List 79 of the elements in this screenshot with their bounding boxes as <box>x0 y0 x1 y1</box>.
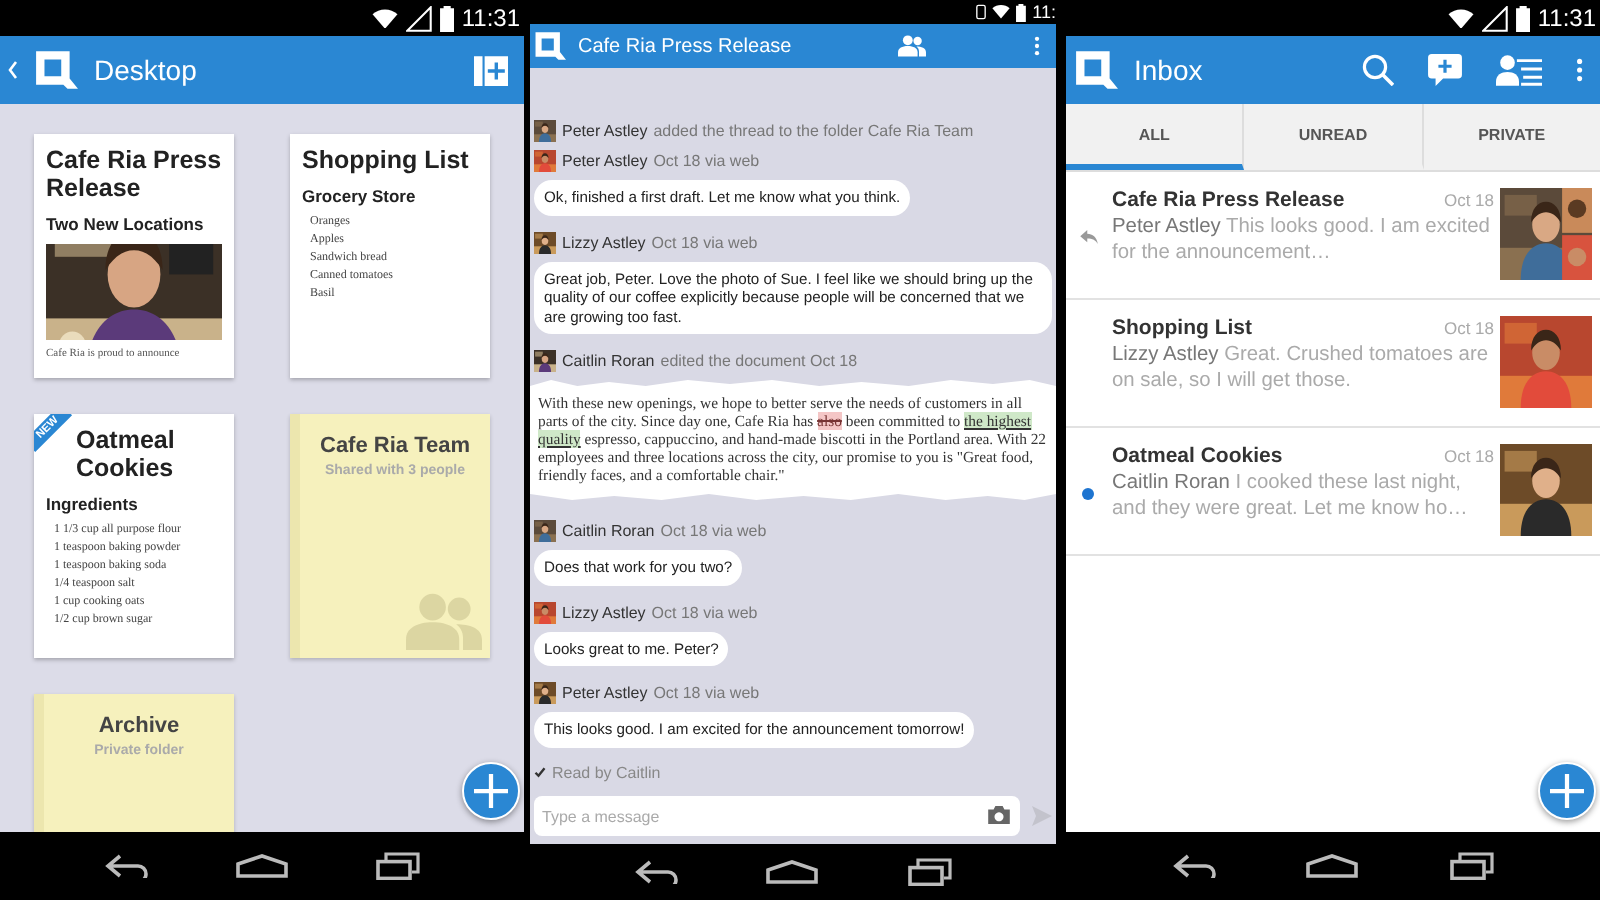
message-meta: Oct 18 via web <box>660 522 767 540</box>
conversation-title: Shopping List <box>1112 316 1252 340</box>
screen-title: Desktop <box>94 54 197 86</box>
add-document-icon[interactable] <box>474 53 508 87</box>
wifi-icon <box>371 7 398 29</box>
author-name: Lizzy Astley <box>562 603 646 621</box>
wifi-icon <box>1447 7 1474 29</box>
vibrate-icon <box>976 4 987 20</box>
tab[interactable]: ALL <box>1066 104 1245 170</box>
message-preview: Caitlin Roran I cooked these last night, and they were great. Let me know ho… <box>1112 472 1470 522</box>
conversation-title: Cafe Ria Press Release <box>1112 188 1345 212</box>
message-preview: Peter Astley This looks good. I am excited for the announcement… <box>1112 216 1492 266</box>
author-name: Lizzy Astley <box>562 233 646 251</box>
message-field[interactable]: Type a message <box>534 796 1020 836</box>
screen-title: Cafe Ria Press Release <box>578 35 792 57</box>
home-icon[interactable] <box>1306 854 1359 878</box>
folder-title: Cafe Ria Team <box>320 434 470 458</box>
clock-time: 11: <box>1032 2 1056 22</box>
logo-icon <box>534 30 566 62</box>
message-meta: Oct 18 via web <box>651 233 758 251</box>
conversation-date: Oct 18 <box>1443 446 1494 466</box>
message-meta: Oct 18 via web <box>653 152 760 170</box>
wifi-icon <box>992 4 1011 20</box>
back-caret-icon[interactable] <box>8 60 18 80</box>
overflow-menu-icon[interactable] <box>1034 36 1040 56</box>
document-heading: Grocery Store <box>302 186 418 206</box>
clock-time: 11:31 <box>461 4 520 32</box>
read-receipt: Read by Caitlin <box>552 763 661 781</box>
back-icon[interactable] <box>104 854 148 878</box>
people-button[interactable] <box>898 34 927 58</box>
check-icon <box>534 766 546 778</box>
plus-icon <box>474 774 508 808</box>
message-meta: Oct 18 via web <box>653 684 760 702</box>
contacts-icon[interactable] <box>1496 54 1543 86</box>
document-heading: Ingredients <box>46 494 140 514</box>
search-icon[interactable] <box>1362 54 1395 86</box>
author-name: Peter Astley <box>562 684 648 702</box>
document-heading: Two New Locations <box>46 214 206 234</box>
folder-title: Archive <box>98 714 180 738</box>
camera-icon[interactable] <box>988 805 1010 823</box>
battery-icon <box>1515 5 1530 31</box>
home-icon[interactable] <box>236 854 288 878</box>
logo-icon <box>34 48 78 92</box>
battery-icon <box>439 5 454 31</box>
document-title: Shopping List <box>302 146 471 174</box>
tab[interactable]: UNREAD <box>1244 104 1424 170</box>
message-meta: Oct 18 via web <box>651 603 758 621</box>
activity-text: edited the document Oct 18 <box>660 352 858 370</box>
conversation-date: Oct 18 <box>1443 318 1494 338</box>
logo-icon <box>1074 48 1118 92</box>
conversation-row[interactable]: Cafe Ria Press Release Oct 18 Peter Astley This looks good. I am excited for the announcement… <box>1066 172 1600 300</box>
conversation-row[interactable]: Shopping List Oct 18 Lizzy Astley Great. Crushed tomatoes are on sale, so I will get those. <box>1066 300 1600 428</box>
signal-icon <box>1481 5 1508 31</box>
battery-icon <box>1016 3 1027 21</box>
author-name: Peter Astley <box>562 122 648 140</box>
add-button[interactable] <box>462 762 520 820</box>
recents-icon[interactable] <box>376 852 420 880</box>
clock-time: 11:31 <box>1537 4 1596 32</box>
new-chat-icon[interactable] <box>1428 54 1463 86</box>
recents-icon[interactable] <box>907 858 952 886</box>
conversation-title: Oatmeal Cookies <box>1112 444 1283 468</box>
activity-text: added the thread to the folder Cafe Ria Team <box>653 122 974 140</box>
screen-title: Inbox <box>1134 54 1203 86</box>
plus-icon <box>1550 774 1584 808</box>
document-title: Cafe Ria Press Release <box>46 146 222 202</box>
recents-icon[interactable] <box>1450 852 1495 880</box>
home-icon[interactable] <box>766 860 819 884</box>
back-icon[interactable] <box>1171 854 1216 878</box>
add-button[interactable] <box>1538 762 1596 820</box>
author-name: Caitlin Roran <box>562 352 655 370</box>
back-icon[interactable] <box>634 860 679 884</box>
overflow-menu-icon[interactable] <box>1576 58 1584 82</box>
message-preview: Lizzy Astley Great. Crushed tomatoes are on sale, so I will get those. <box>1112 344 1490 394</box>
tab[interactable]: PRIVATE <box>1423 104 1600 170</box>
author-name: Peter Astley <box>562 152 648 170</box>
author-name: Caitlin Roran <box>562 522 655 540</box>
conversation-row[interactable]: Oatmeal Cookies Oct 18 Caitlin Roran I cooked these last night, and they were great. Let me know ho… <box>1066 428 1600 556</box>
conversation-date: Oct 18 <box>1443 190 1494 210</box>
signal-icon <box>405 5 432 31</box>
